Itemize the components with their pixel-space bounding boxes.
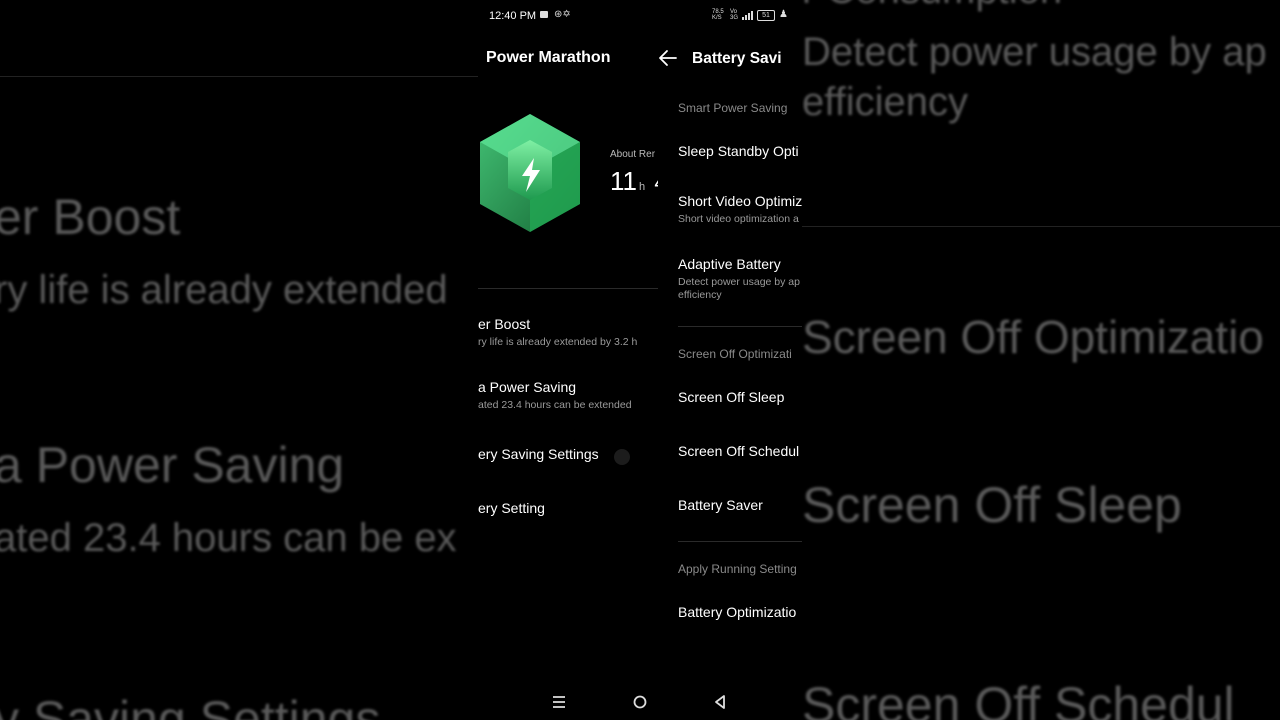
bg-text: er Boost [0, 189, 181, 245]
phone-screen: 12:40 PM ⊛✡ 78.5 K/S Vo 3G 51 ♟ Power Ma… [478, 0, 802, 720]
navigation-bar [478, 686, 802, 720]
divider [678, 541, 802, 542]
bg-text: r Consumption [802, 0, 1062, 13]
item-title: Screen Off Schedul [678, 443, 800, 459]
background-right: r Consumption Detect power usage by ap e… [802, 0, 1280, 720]
item-subtitle: Detect power usage by ap [678, 276, 800, 288]
bg-text: ated 23.4 hours can be ex [0, 516, 457, 560]
battery-saving-panel: Battery Savi Smart Power Saving Sleep St… [658, 0, 802, 720]
item-title: Adaptive Battery [678, 256, 781, 272]
divider [678, 326, 802, 327]
touch-indicator [614, 449, 630, 465]
item-title: Sleep Standby Opti [678, 143, 799, 159]
power-marathon-panel: Power Marathon About Rer 11h 4 [478, 0, 658, 720]
bg-text: a Power Saving [0, 437, 345, 493]
item-subtitle: efficiency [678, 289, 722, 301]
item-subtitle: ated 23.4 hours can be extended [478, 399, 632, 411]
item-subtitle: Short video optimization a [678, 213, 799, 225]
bg-text: Screen Off Optimizatio [802, 311, 1264, 363]
item-title: ery Saving Settings [478, 446, 599, 462]
bg-text: Detect power usage by ap [802, 30, 1267, 74]
page-title: Power Marathon [486, 49, 611, 66]
item-title: Screen Off Sleep [678, 389, 785, 405]
bg-divider [802, 226, 1280, 227]
item-title: er Boost [478, 316, 531, 332]
remaining-time: 11h 4 [610, 166, 658, 197]
bg-text: efficiency [802, 80, 969, 124]
back-triangle-icon[interactable] [710, 692, 730, 712]
item-title: Battery Saver [678, 497, 763, 513]
section-header: Screen Off Optimizati [678, 347, 792, 361]
item-title: Battery Optimizatio [678, 604, 797, 620]
bg-text: ry life is already extended [0, 268, 448, 312]
remaining-label: About Rer [610, 149, 656, 160]
bg-text: y Saving Settings [0, 691, 381, 720]
bg-divider [0, 76, 478, 77]
battery-cube-icon [480, 114, 580, 232]
hours-value: 11 [610, 166, 637, 196]
item-subtitle: ry life is already extended by 3.2 h [478, 336, 638, 348]
page-title: Battery Savi [692, 50, 782, 67]
divider [478, 288, 658, 289]
home-icon[interactable] [630, 692, 650, 712]
item-title: ery Setting [478, 500, 545, 516]
menu-icon[interactable] [549, 692, 569, 712]
item-title: a Power Saving [478, 379, 577, 395]
bg-text: Screen Off Schedul [802, 677, 1235, 720]
bg-text: Screen Off Sleep [802, 477, 1182, 533]
section-header: Apply Running Setting [678, 562, 797, 576]
section-header: Smart Power Saving [678, 101, 788, 115]
back-arrow-icon[interactable] [658, 47, 678, 69]
background-left: er Boost ry life is already extended a P… [0, 0, 478, 720]
item-title: Short Video Optimiz [678, 193, 802, 209]
hours-unit: h [639, 181, 646, 193]
